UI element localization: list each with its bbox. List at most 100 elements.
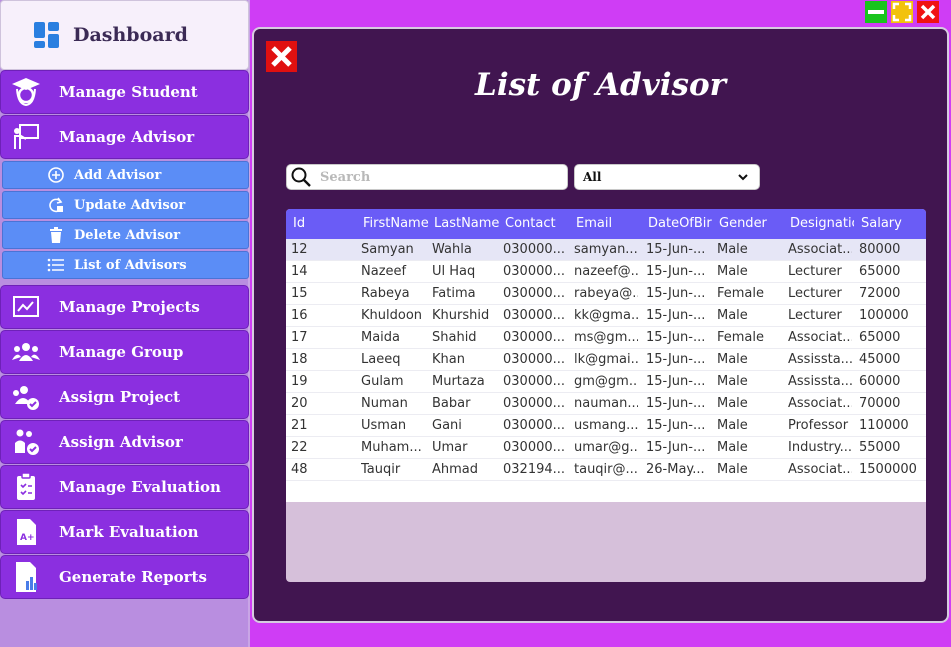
column-header[interactable]: Contact (505, 216, 569, 231)
table-cell: 45000 (859, 352, 901, 367)
table-cell: 15 (291, 286, 308, 301)
table-cell: Lecturer (788, 286, 842, 301)
table-cell: Khan (432, 352, 465, 367)
table-cell: Male (717, 308, 748, 323)
column-header[interactable]: DateOfBirt (648, 216, 712, 231)
nav-label: Manage Advisor (59, 128, 195, 146)
column-header[interactable]: Email (576, 216, 640, 231)
report-icon (9, 560, 43, 594)
nav-manage-projects[interactable]: Manage Projects (0, 285, 249, 329)
column-header[interactable]: Gender (719, 216, 783, 231)
dashboard-header[interactable]: Dashboard (0, 0, 249, 70)
table-cell: 15-Jun-... (646, 418, 706, 433)
table-cell: samyan... (574, 242, 638, 257)
table-row[interactable]: 14 Nazeef Ul Haq 030000... nazeef@... 15-Jun-… (286, 261, 926, 283)
column-header[interactable]: Designatic (790, 216, 854, 231)
nav-manage-evaluation[interactable]: Manage Evaluation (0, 465, 249, 509)
table-cell: 70000 (859, 396, 901, 411)
table-cell: 65000 (859, 330, 901, 345)
table-cell: Shahid (432, 330, 477, 345)
nav-mark-evaluation[interactable]: A+ Mark Evaluation (0, 510, 249, 554)
table-cell: Associat... (788, 242, 852, 257)
submenu-label: List of Advisors (74, 257, 187, 273)
table-cell: 030000... (503, 396, 566, 411)
table-cell: 80000 (859, 242, 901, 257)
table-cell: 15-Jun-... (646, 330, 706, 345)
table-cell: 032194... (503, 462, 566, 477)
nav-generate-reports[interactable]: Generate Reports (0, 555, 249, 599)
table-cell: gm@gm... (574, 374, 638, 389)
table-cell: Wahla (432, 242, 472, 257)
table-cell: 26-May... (646, 462, 705, 477)
table-cell: Khurshid (432, 308, 490, 323)
table-row[interactable]: 16 Khuldoon Khurshid 030000... kk@gma... 15-J… (286, 305, 926, 327)
submenu-add-advisor[interactable]: Add Advisor (2, 161, 249, 189)
table-cell: Male (717, 462, 748, 477)
table-cell: 21 (291, 418, 308, 433)
nav-label: Assign Advisor (59, 433, 183, 451)
table-cell: Associat... (788, 330, 852, 345)
table-cell: 22 (291, 440, 308, 455)
plus-circle-icon (47, 166, 65, 184)
submenu-delete-advisor[interactable]: Delete Advisor (2, 221, 249, 249)
person-check-icon (9, 425, 43, 459)
submenu-list-of-advisors[interactable]: List of Advisors (2, 251, 249, 279)
table-cell: Associat... (788, 396, 852, 411)
table-cell: 030000... (503, 264, 566, 279)
table-cell: Nazeef (361, 264, 407, 279)
table-cell: tauqir@... (574, 462, 638, 477)
column-header[interactable]: LastName (434, 216, 500, 231)
table-cell: Male (717, 440, 748, 455)
table-cell: 15-Jun-... (646, 308, 706, 323)
dashboard-icon (33, 21, 61, 49)
group-icon (9, 335, 43, 369)
maximize-button[interactable] (891, 1, 913, 23)
table-cell: nauman... (574, 396, 638, 411)
close-icon (920, 4, 936, 20)
table-row[interactable]: 48 Tauqir Ahmad 032194... tauqir@... 26-May..… (286, 459, 926, 481)
table-cell: 030000... (503, 352, 566, 367)
table-body: 12 Samyan Wahla 030000... samyan... 15-Jun-..… (286, 239, 926, 502)
table-cell: Industry... (788, 440, 852, 455)
filter-selected-value: All (583, 170, 602, 184)
table-cell: Samyan (361, 242, 414, 257)
table-cell: 030000... (503, 286, 566, 301)
table-cell: 030000... (503, 308, 566, 323)
advisor-table[interactable]: Id FirstName LastName Contact Email DateOfBir… (286, 209, 926, 582)
submenu-update-advisor[interactable]: Update Advisor (2, 191, 249, 219)
table-cell: 030000... (503, 374, 566, 389)
table-cell: Murtaza (432, 374, 485, 389)
table-row[interactable]: 18 Laeeq Khan 030000... lk@gmai... 15-Jun-...… (286, 349, 926, 371)
table-cell: 110000 (859, 418, 909, 433)
teacher-board-icon (9, 120, 43, 154)
table-cell: 20 (291, 396, 308, 411)
table-cell: Male (717, 374, 748, 389)
search-box[interactable] (286, 164, 568, 190)
close-button[interactable] (917, 1, 939, 23)
refresh-icon (47, 196, 65, 214)
table-row[interactable]: 21 Usman Gani 030000... usmang... 15-Jun-... M… (286, 415, 926, 437)
table-cell: Gulam (361, 374, 404, 389)
column-header[interactable]: FirstName (363, 216, 429, 231)
table-cell: Babar (432, 396, 471, 411)
nav-assign-project[interactable]: Assign Project (0, 375, 249, 419)
search-icon (291, 167, 311, 187)
minimize-button[interactable] (865, 1, 887, 23)
column-header[interactable]: Salary (861, 216, 923, 231)
nav-manage-advisor[interactable]: Manage Advisor (0, 115, 249, 159)
table-row[interactable]: 22 Muham... Umar 030000... umar@g... 15-Jun-.… (286, 437, 926, 459)
nav-assign-advisor[interactable]: Assign Advisor (0, 420, 249, 464)
table-row[interactable]: 19 Gulam Murtaza 030000... gm@gm... 15-Jun-..… (286, 371, 926, 393)
table-row[interactable]: 12 Samyan Wahla 030000... samyan... 15-Jun-..… (286, 239, 926, 261)
table-cell: Ahmad (432, 462, 479, 477)
table-row[interactable]: 15 Rabeya Fatima 030000... rabeya@... 15-Jun-… (286, 283, 926, 305)
nav-manage-student[interactable]: Manage Student (0, 70, 249, 114)
filter-dropdown[interactable]: All (574, 164, 760, 190)
search-input[interactable] (320, 169, 560, 185)
table-row[interactable]: 17 Maida Shahid 030000... ms@gm... 15-Jun-...… (286, 327, 926, 349)
nav-manage-group[interactable]: Manage Group (0, 330, 249, 374)
table-cell: Assissta... (788, 352, 852, 367)
table-row[interactable]: 20 Numan Babar 030000... nauman... 15-Jun-...… (286, 393, 926, 415)
table-cell: 15-Jun-... (646, 352, 706, 367)
column-header[interactable]: Id (293, 216, 353, 231)
